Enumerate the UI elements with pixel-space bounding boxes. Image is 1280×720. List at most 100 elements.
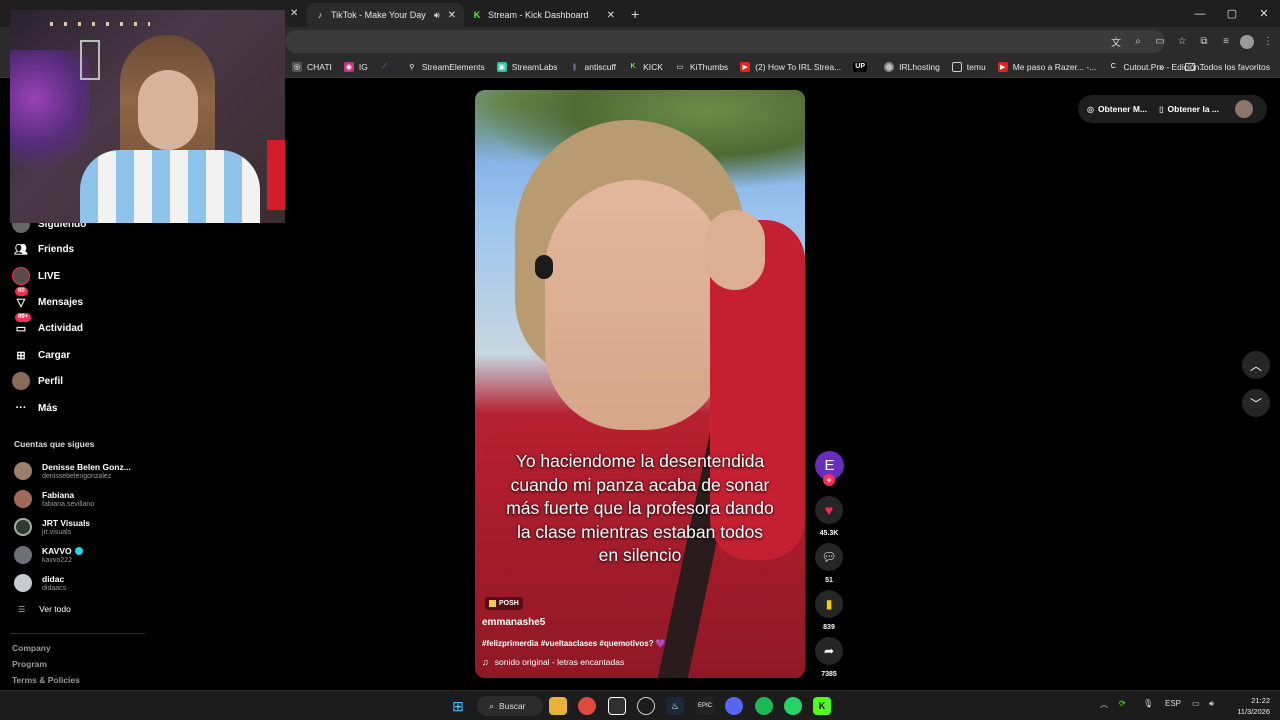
sidebar-item-live[interactable]: LIVE: [12, 266, 60, 286]
chevron-down-icon[interactable]: ﹀: [1242, 389, 1270, 417]
chrome-icon[interactable]: [578, 697, 596, 715]
chevron-up-icon[interactable]: ︿: [1242, 351, 1270, 379]
chart-icon: ⟋: [382, 62, 388, 70]
sidebar-item-upload[interactable]: ⊞ Cargar: [12, 345, 70, 365]
close-icon[interactable]: ✕: [290, 8, 298, 19]
bookmark-item[interactable]: ⟋: [380, 62, 395, 72]
bookmark-label: IRLhosting: [899, 61, 940, 72]
account-item[interactable]: Denisse Belen Gonz... denissebelengonzale…: [14, 459, 131, 483]
footer-link-program[interactable]: Program: [12, 659, 47, 669]
maximize-icon[interactable]: ▢: [1216, 7, 1248, 20]
zoom-icon[interactable]: ⌕: [1130, 34, 1146, 50]
volume-icon[interactable]: 🔊︎: [1209, 699, 1214, 709]
kick-favicon-icon: K: [473, 10, 481, 20]
minimize-icon[interactable]: —: [1184, 8, 1216, 20]
video-player[interactable]: Yo haciendome la desentendida cuando mi …: [475, 90, 805, 678]
account-item[interactable]: KAVVO kavvo222: [14, 543, 83, 567]
share-action[interactable]: ➦ 7385: [815, 637, 843, 678]
speaker-icon[interactable]: 🔊︎: [434, 10, 440, 21]
sidebar-item-messages[interactable]: ▽ 60 Mensajes: [12, 287, 83, 312]
comment-icon[interactable]: 💬︎: [815, 543, 843, 571]
see-all-link[interactable]: ☰ Ver todo: [18, 604, 71, 614]
bookmark-item[interactable]: ◉ IG: [343, 61, 368, 72]
microphone-icon[interactable]: 🎙︎: [1143, 699, 1153, 708]
bookmark-item[interactable]: ◍ IRLhosting: [884, 61, 940, 72]
discord-icon[interactable]: [725, 697, 743, 715]
video-caption: Yo haciendome la desentendida cuando mi …: [506, 451, 774, 565]
language-indicator[interactable]: ESP: [1165, 699, 1181, 708]
menu-dots-icon[interactable]: ⋮: [1260, 34, 1276, 50]
video-hashtags[interactable]: #felizprimerdia #vueltaaclases #quemotiv…: [482, 639, 666, 648]
heart-icon[interactable]: ♥: [815, 496, 843, 524]
network-icon[interactable]: ▭: [1192, 699, 1200, 708]
tab-kick[interactable]: K Stream - Kick Dashboard ✕: [464, 3, 623, 27]
bookmark-item[interactable]: ◎ CHATI: [292, 61, 332, 72]
window-close-icon[interactable]: ✕: [1248, 7, 1280, 20]
obs-icon[interactable]: [637, 697, 655, 715]
translate-icon[interactable]: 文: [1108, 34, 1124, 50]
extensions-icon[interactable]: ⧉: [1196, 34, 1212, 50]
taskbar-search[interactable]: ⌕ Buscar: [477, 696, 543, 716]
close-tab-icon[interactable]: ✕: [448, 10, 456, 21]
file-explorer-icon[interactable]: [549, 697, 567, 715]
bookmark-item[interactable]: ▶ (2) How To IRL Strea...: [740, 61, 841, 72]
media-controls-icon[interactable]: ≡: [1218, 34, 1234, 50]
video-sound[interactable]: ♫ sonido original - letras encantadas: [482, 657, 624, 667]
upload-icon: ⊞: [16, 349, 26, 362]
save-action[interactable]: ▮ 839: [815, 590, 843, 631]
like-action[interactable]: ♥ 45.3K: [815, 496, 843, 537]
footer-link-company[interactable]: Company: [12, 643, 51, 653]
bookmark-item[interactable]: ∥ antiscuff: [570, 62, 616, 72]
bookmark-item[interactable]: UP: [853, 61, 872, 72]
video-username[interactable]: emmanashe5: [482, 617, 545, 628]
comment-action[interactable]: 💬︎ 51: [815, 543, 843, 584]
star-icon[interactable]: ☆: [1174, 34, 1190, 50]
bookmark-item[interactable]: ▶ Me paso a Razer... -...: [997, 61, 1096, 72]
profile-avatar[interactable]: [1240, 34, 1254, 49]
share-icon[interactable]: ➦: [815, 637, 843, 665]
sidebar-item-activity[interactable]: ▭ 99+ Actividad: [12, 313, 83, 338]
chevron-right-icon[interactable]: »: [1159, 62, 1165, 73]
sidebar-item-profile[interactable]: Perfil: [12, 371, 63, 391]
account-item[interactable]: JRT Visuals jrt.visuals: [14, 515, 90, 539]
cast-icon[interactable]: ▭: [1152, 34, 1168, 50]
kick-app-icon[interactable]: K: [813, 697, 831, 715]
windows-start-icon[interactable]: ⊞: [449, 697, 467, 715]
search-icon: ⌕: [489, 700, 495, 711]
get-app-button[interactable]: ▯ Obtener la ...: [1159, 104, 1219, 114]
account-item[interactable]: Fabiana fabiana.sevillano: [14, 487, 94, 511]
bookmark-icon[interactable]: ▮: [815, 590, 843, 618]
whatsapp-icon[interactable]: [784, 697, 802, 715]
bookmark-item[interactable]: ▭ KiThumbs: [675, 62, 729, 72]
messages-badge: 60: [15, 287, 28, 296]
bookmark-item[interactable]: ⚲ StreamElements: [407, 62, 484, 72]
taskbar-clock[interactable]: 21:22 11/3/2026: [1224, 695, 1270, 717]
bookmark-label: CHATI: [307, 61, 332, 72]
youtube-icon: ▶: [740, 61, 751, 72]
address-bar[interactable]: [285, 30, 1165, 53]
get-coins-button[interactable]: ◎ Obtener M...: [1087, 104, 1147, 114]
effect-badge-label: POSH: [499, 600, 519, 607]
bookmark-item[interactable]: ▣ StreamLabs: [496, 61, 558, 72]
bookmark-item[interactable]: K KICK: [628, 62, 663, 72]
tab-tiktok[interactable]: ♪ TikTok - Make Your Day 🔊︎ ✕: [307, 3, 464, 27]
sidebar-item-more[interactable]: ··· Más: [12, 398, 58, 418]
close-tab-icon[interactable]: ✕: [607, 10, 615, 21]
phone-icon: ▯: [1159, 104, 1164, 114]
footer-link-terms[interactable]: Terms & Policies: [12, 675, 80, 685]
steam-icon[interactable]: ♨: [666, 697, 684, 715]
plus-icon[interactable]: +: [631, 6, 639, 22]
spotify-icon[interactable]: [755, 697, 773, 715]
all-favorites-link[interactable]: Todos los favoritos: [1200, 62, 1270, 72]
follow-plus-icon[interactable]: +: [823, 474, 835, 486]
sidebar-item-friends[interactable]: 👥︎ Friends: [12, 239, 74, 259]
bookmark-item[interactable]: temu: [951, 61, 986, 72]
chevron-up-tray-icon[interactable]: ︿: [1100, 699, 1108, 710]
folder-icon: [1184, 63, 1195, 71]
user-avatar[interactable]: [1235, 100, 1254, 118]
account-item[interactable]: didac didaacs: [14, 571, 66, 595]
effect-badge[interactable]: POSH: [485, 597, 523, 610]
epic-games-icon[interactable]: EPIC: [696, 697, 714, 715]
sync-icon[interactable]: ⟳: [1119, 699, 1126, 708]
capcut-icon[interactable]: [608, 697, 626, 715]
